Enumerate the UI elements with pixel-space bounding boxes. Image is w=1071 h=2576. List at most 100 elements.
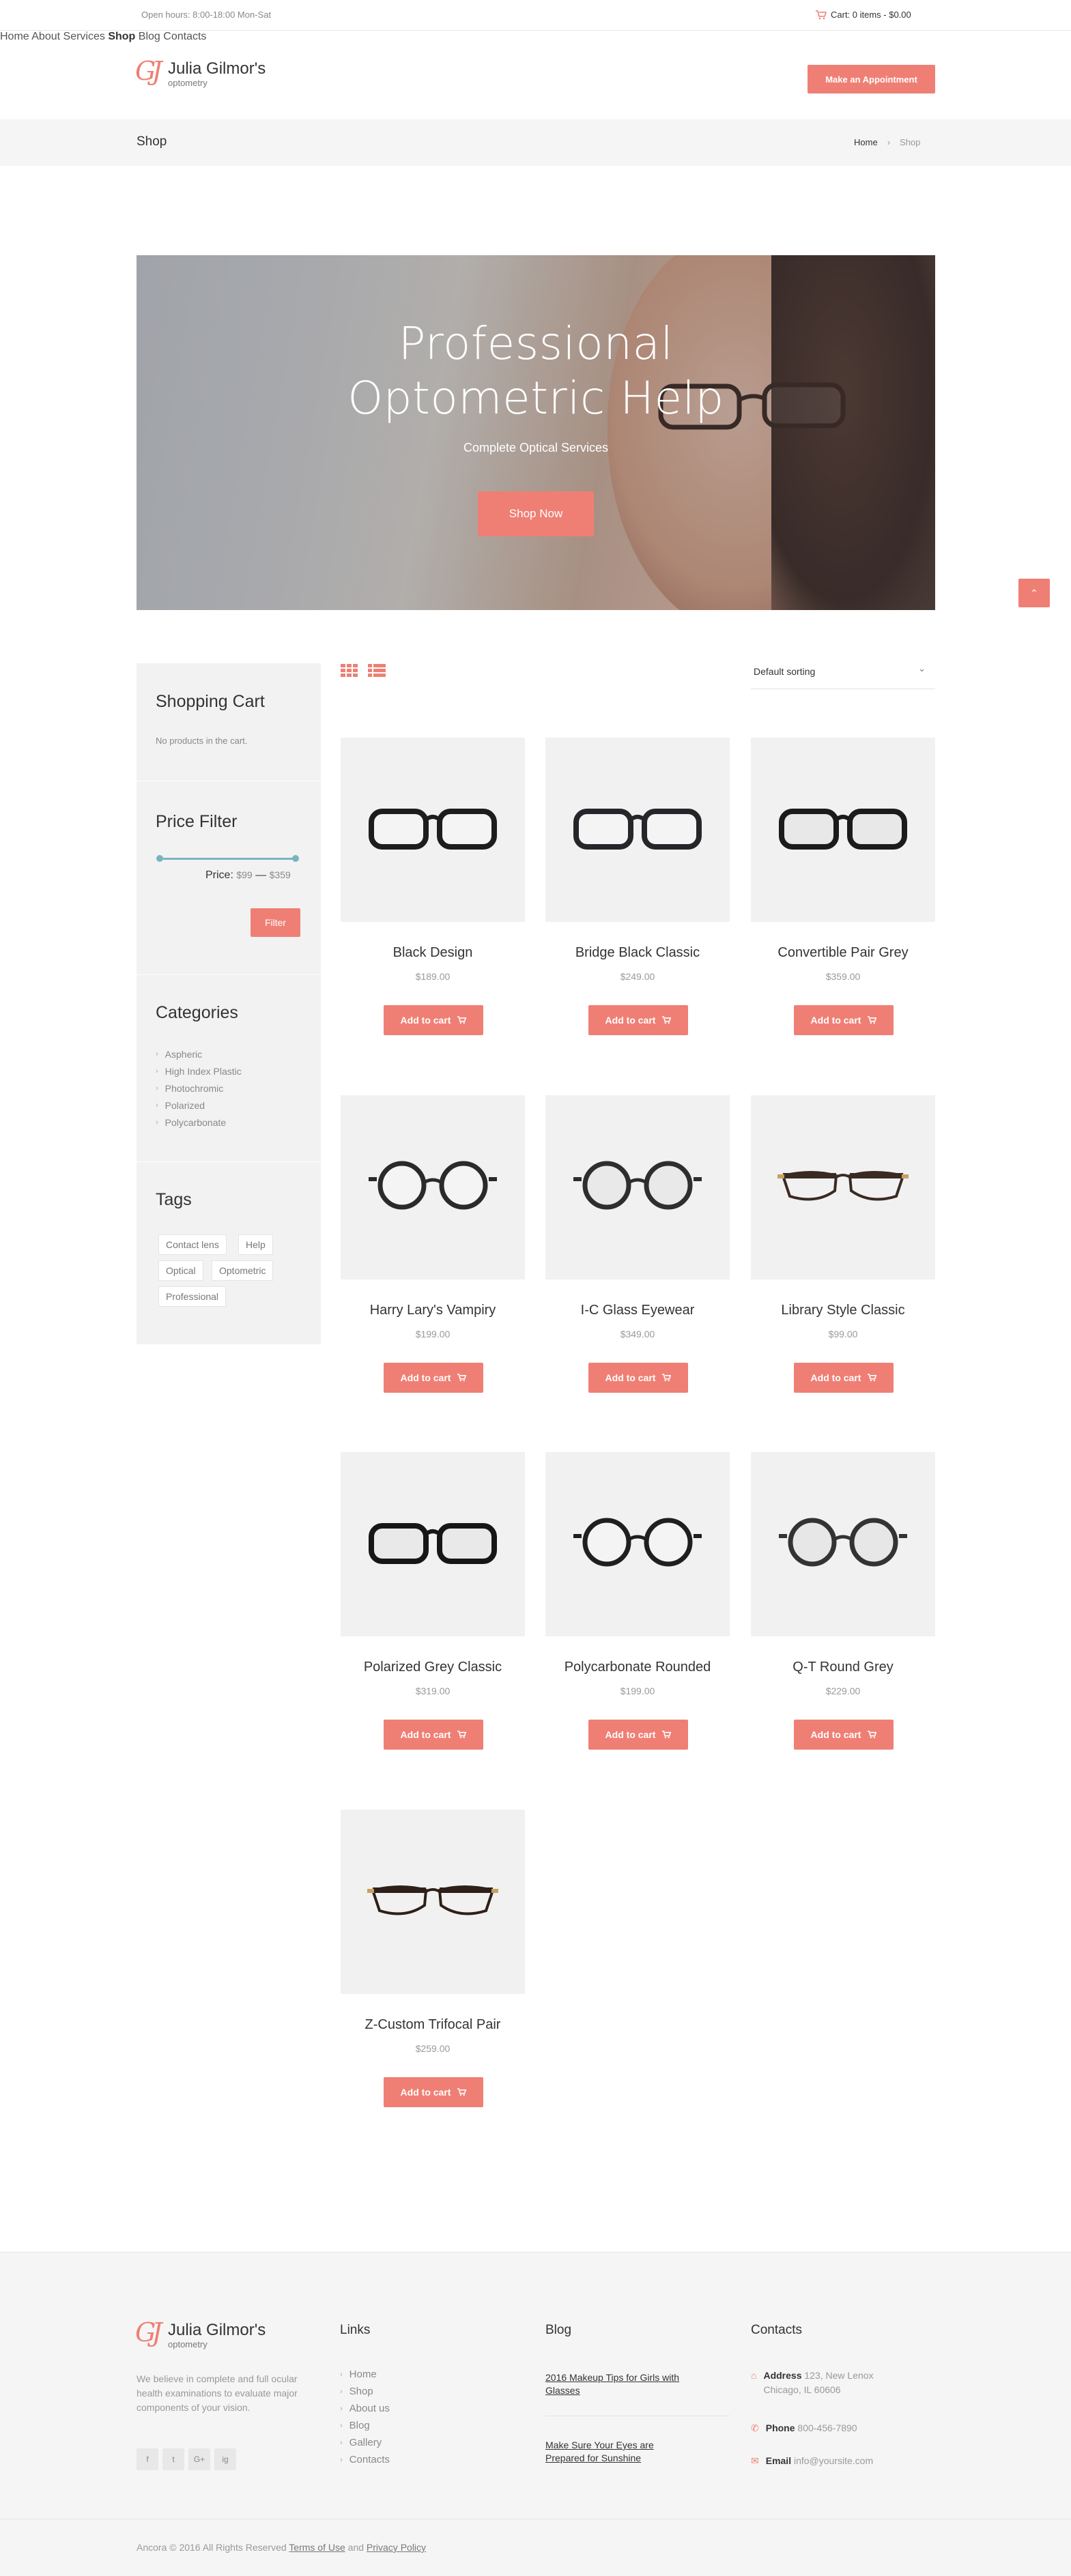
nav-shop[interactable]: Shop <box>108 31 135 42</box>
footer-address-label: Address <box>763 2370 802 2381</box>
price-slider-min-handle[interactable] <box>156 855 163 862</box>
chevron-right-icon: › <box>156 1067 158 1075</box>
category-item[interactable]: › Polycarbonate <box>156 1117 226 1128</box>
add-to-cart-label: Add to cart <box>605 1729 656 1740</box>
footer-link[interactable]: › Shop <box>340 2386 373 2397</box>
footer-link-label: Blog <box>349 2420 370 2431</box>
facebook-icon[interactable]: f <box>137 2448 158 2470</box>
tag-contact-lens[interactable]: Contact lens <box>158 1234 227 1255</box>
tag-optical[interactable]: Optical <box>158 1260 203 1281</box>
footer-phone-block: Phone 800-456-7890 <box>766 2421 857 2435</box>
product-name[interactable]: Q-T Round Grey <box>751 1660 935 1675</box>
footer-email: ✉ Email info@yoursite.com <box>751 2454 873 2468</box>
price-slider[interactable] <box>159 858 296 860</box>
product-image[interactable] <box>751 1452 935 1636</box>
nav-services[interactable]: Services <box>63 31 105 42</box>
tags-title: Tags <box>156 1190 192 1209</box>
terms-link[interactable]: Terms of Use <box>289 2542 345 2553</box>
hero-overlay <box>137 255 935 610</box>
chevron-right-icon: › <box>156 1084 158 1092</box>
chevron-right-icon: › <box>340 2387 343 2396</box>
chevron-right-icon: › <box>887 137 891 147</box>
footer-blog-post[interactable]: Make Sure Your Eyes are Prepared for Sun… <box>545 2439 682 2465</box>
sort-select[interactable]: Default sorting ⌄ <box>751 654 935 689</box>
nav-contacts[interactable]: Contacts <box>163 31 206 42</box>
add-to-cart-button[interactable]: Add to cart <box>794 1005 894 1035</box>
twitter-icon[interactable]: t <box>162 2448 184 2470</box>
product-name[interactable]: Bridge Black Classic <box>545 945 730 961</box>
tag-professional[interactable]: Professional <box>158 1286 227 1307</box>
price-range-text: Price: $99 — $359 <box>205 869 291 882</box>
shop-now-button[interactable]: Shop Now <box>478 491 594 536</box>
privacy-link[interactable]: Privacy Policy <box>367 2542 426 2553</box>
chevron-right-icon: › <box>340 2421 343 2430</box>
product-name[interactable]: Convertible Pair Grey <box>751 945 935 961</box>
add-to-cart-button[interactable]: Add to cart <box>384 1720 483 1750</box>
scroll-to-top-button[interactable]: ⌃ <box>1018 579 1050 607</box>
product-image[interactable] <box>751 738 935 922</box>
add-to-cart-button[interactable]: Add to cart <box>384 2077 483 2107</box>
nav-about[interactable]: About <box>31 31 60 42</box>
list-view-icon[interactable] <box>368 663 386 678</box>
product-name[interactable]: Black Design <box>341 945 525 961</box>
footer-link[interactable]: › Blog <box>340 2420 370 2431</box>
instagram-icon[interactable]: ig <box>214 2448 236 2470</box>
nav-home[interactable]: Home <box>0 31 29 42</box>
add-to-cart-button[interactable]: Add to cart <box>588 1363 688 1393</box>
hero-title-line1: Professional <box>398 317 674 370</box>
add-to-cart-button[interactable]: Add to cart <box>794 1363 894 1393</box>
product-image[interactable] <box>341 1810 525 1994</box>
category-label: Photochromic <box>165 1083 224 1094</box>
product-name[interactable]: Library Style Classic <box>751 1303 935 1318</box>
footer-email-block: Email info@yoursite.com <box>766 2454 873 2468</box>
product-image[interactable] <box>545 1095 730 1279</box>
eyeglasses-icon <box>369 1161 497 1210</box>
footer-email-label: Email <box>765 2455 792 2466</box>
cart-link[interactable]: Cart: 0 items - $0.00 <box>816 10 911 20</box>
footer-blog-post[interactable]: 2016 Makeup Tips for Girls with Glasses <box>545 2371 682 2397</box>
product-image[interactable] <box>751 1095 935 1279</box>
sort-selected-value: Default sorting <box>754 666 816 677</box>
footer-link[interactable]: › Home <box>340 2369 377 2380</box>
add-to-cart-button[interactable]: Add to cart <box>588 1005 688 1035</box>
product-name[interactable]: I-C Glass Eyewear <box>545 1303 730 1318</box>
add-to-cart-button[interactable]: Add to cart <box>384 1363 483 1393</box>
logo-subtitle: optometry <box>168 78 208 88</box>
product-image[interactable] <box>545 738 730 922</box>
category-item[interactable]: › Polarized <box>156 1100 205 1111</box>
product-name[interactable]: Polycarbonate Rounded <box>545 1660 730 1675</box>
filter-button[interactable]: Filter <box>251 908 300 937</box>
product-name[interactable]: Harry Lary's Vampiry <box>341 1303 525 1318</box>
tag-optometric[interactable]: Optometric <box>212 1260 274 1281</box>
logo-name: Julia Gilmor's <box>168 59 266 78</box>
product-image[interactable] <box>341 738 525 922</box>
nav-blog[interactable]: Blog <box>139 31 160 42</box>
category-item[interactable]: › High Index Plastic <box>156 1066 242 1077</box>
product-image[interactable] <box>545 1452 730 1636</box>
add-to-cart-button[interactable]: Add to cart <box>794 1720 894 1750</box>
breadcrumb-home[interactable]: Home <box>854 137 878 147</box>
chevron-right-icon: › <box>340 2404 343 2413</box>
google-plus-icon[interactable]: G+ <box>188 2448 210 2470</box>
main-nav: Home About Services Shop Blog Contacts <box>0 31 1071 43</box>
product-image[interactable] <box>341 1095 525 1279</box>
chevron-down-icon: ⌄ <box>918 663 926 674</box>
category-item[interactable]: › Aspheric <box>156 1049 202 1060</box>
hero-subtitle: Complete Optical Services <box>463 441 609 454</box>
appointment-button[interactable]: Make an Appointment <box>808 65 935 93</box>
grid-view-icon[interactable] <box>341 663 358 678</box>
footer-link[interactable]: › Gallery <box>340 2437 382 2448</box>
product-name[interactable]: Polarized Grey Classic <box>341 1660 525 1675</box>
footer-email-value[interactable]: info@yoursite.com <box>794 2455 873 2466</box>
chevron-right-icon: › <box>340 2370 343 2379</box>
footer-link[interactable]: › About us <box>340 2403 390 2414</box>
footer-link[interactable]: › Contacts <box>340 2454 390 2465</box>
add-to-cart-button[interactable]: Add to cart <box>384 1005 483 1035</box>
breadcrumb: Home › Shop <box>854 137 920 147</box>
category-item[interactable]: › Photochromic <box>156 1083 223 1094</box>
price-slider-max-handle[interactable] <box>292 855 299 862</box>
product-image[interactable] <box>341 1452 525 1636</box>
tag-help[interactable]: Help <box>238 1234 273 1255</box>
add-to-cart-button[interactable]: Add to cart <box>588 1720 688 1750</box>
product-name[interactable]: Z-Custom Trifocal Pair <box>341 2017 525 2033</box>
